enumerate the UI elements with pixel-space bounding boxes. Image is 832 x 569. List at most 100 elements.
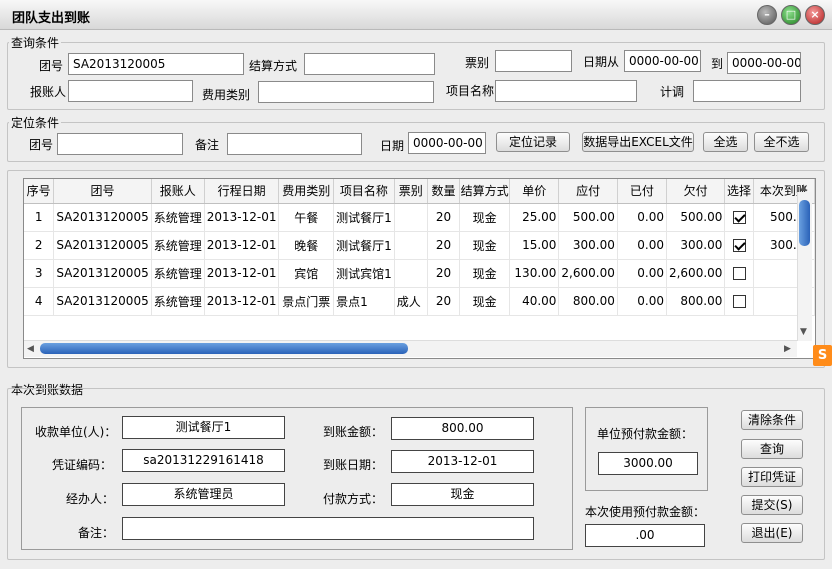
cell-fee: 景点门票: [278, 287, 335, 316]
cell-fee: 午餐: [278, 203, 335, 232]
locate-group-label: 定位条件: [9, 114, 62, 131]
date-from-input[interactable]: 0000-00-00: [624, 50, 701, 72]
settle-label: 结算方式: [249, 59, 298, 73]
column-header[interactable]: 团号: [53, 179, 152, 204]
locate-date-label: 日期: [380, 139, 405, 153]
cell-project: 景点1: [333, 287, 395, 316]
sohu-input-icon[interactable]: S: [813, 345, 832, 366]
cell-reporter: 系统管理: [151, 259, 205, 288]
column-header[interactable]: 选择: [724, 179, 754, 204]
cell-settle: 现金: [459, 203, 510, 232]
column-header[interactable]: 费用类别: [278, 179, 335, 204]
adjust-input[interactable]: [693, 80, 801, 102]
locate-date-input[interactable]: 0000-00-00: [408, 132, 486, 154]
clear-conditions-button[interactable]: 清除条件: [741, 410, 803, 430]
locate-remark-input[interactable]: [227, 133, 362, 155]
scroll-up-icon[interactable]: ▲: [800, 183, 807, 193]
select-checkbox[interactable]: [732, 239, 746, 252]
grid-horizontal-scroll-thumb[interactable]: [40, 343, 408, 354]
amount-label: 到账金额：: [323, 425, 384, 439]
voucher-field[interactable]: sa20131229161418: [122, 449, 285, 472]
column-header[interactable]: 数量: [427, 179, 461, 204]
cell-team: SA2013120005: [53, 287, 152, 316]
cell-fee: 晚餐: [278, 231, 335, 260]
column-header[interactable]: 已付: [617, 179, 667, 204]
amount-field[interactable]: 800.00: [391, 417, 534, 440]
arrival-date-label: 到账日期：: [323, 458, 384, 472]
select-all-button[interactable]: 全选: [703, 132, 748, 152]
cell-paid: 0.00: [617, 259, 667, 288]
fee-type-input[interactable]: [258, 81, 434, 103]
query-group-label: 查询条件: [9, 34, 62, 51]
submit-button[interactable]: 提交(S): [741, 495, 803, 515]
cell-date: 2013-12-01: [204, 259, 280, 288]
locate-team-input[interactable]: [57, 133, 183, 155]
column-header[interactable]: 项目名称: [333, 179, 395, 204]
date-to-input[interactable]: 0000-00-00: [727, 52, 801, 74]
cell-project: 测试餐厅1: [333, 231, 395, 260]
remark-field[interactable]: [122, 517, 534, 540]
select-checkbox[interactable]: [732, 211, 746, 224]
select-checkbox[interactable]: [732, 267, 746, 280]
pay-method-field[interactable]: 现金: [391, 483, 534, 506]
use-prepaid-field[interactable]: .00: [585, 524, 705, 547]
cell-no: 3: [24, 259, 55, 288]
cell-date: 2013-12-01: [204, 231, 280, 260]
cell-date: 2013-12-01: [204, 287, 280, 316]
project-input[interactable]: [495, 80, 637, 102]
select-none-button[interactable]: 全不选: [754, 132, 809, 152]
ticket-input[interactable]: [495, 50, 572, 72]
locate-record-button[interactable]: 定位记录: [496, 132, 570, 152]
column-header[interactable]: 报账人: [151, 179, 205, 204]
date-to-label: 到: [711, 57, 724, 71]
minimize-button[interactable]: –: [757, 5, 777, 25]
voucher-label: 凭证编码：: [52, 458, 113, 472]
project-label: 项目名称: [446, 84, 495, 98]
cell-ticket: [394, 231, 428, 260]
table-row[interactable]: 4 SA2013120005 系统管理 2013-12-01 景点门票 景点1 成人 20 现金…: [24, 287, 815, 316]
team-no-input[interactable]: SA2013120005: [68, 53, 244, 75]
table-row[interactable]: 2 SA2013120005 系统管理 2013-12-01 晚餐 测试餐厅1 20 现金 15…: [24, 231, 815, 260]
cell-fee: 宾馆: [278, 259, 335, 288]
team-no-label: 团号: [39, 59, 64, 73]
payee-field[interactable]: 测试餐厅1: [122, 416, 285, 439]
use-prepaid-label: 本次使用预付款金额：: [585, 505, 706, 519]
cell-ticket: [394, 203, 428, 232]
table-row[interactable]: 3 SA2013120005 系统管理 2013-12-01 宾馆 测试宾馆1 20 现金 13…: [24, 259, 815, 288]
column-header[interactable]: 应付: [558, 179, 618, 204]
column-header[interactable]: 单价: [509, 179, 560, 204]
query-button[interactable]: 查询: [741, 439, 803, 459]
close-button[interactable]: ×: [805, 5, 825, 25]
table-row[interactable]: 1 SA2013120005 系统管理 2013-12-01 午餐 测试餐厅1 20 现金 25…: [24, 203, 815, 232]
expense-table: 序号 团号 报账人 行程日期 费用类别 项目名称 票别 数量 结算方式 单价 应付 已付 欠付 选择 本次到…: [24, 179, 815, 316]
reporter-input[interactable]: [68, 80, 193, 102]
cell-reporter: 系统管理: [151, 287, 205, 316]
exit-button[interactable]: 退出(E): [741, 523, 803, 543]
cell-payable: 500.00: [558, 203, 618, 232]
maximize-button[interactable]: □: [781, 5, 801, 25]
cell-no: 4: [24, 287, 55, 316]
grid-vertical-scroll-thumb[interactable]: [799, 200, 810, 246]
remark-label: 备注：: [78, 526, 115, 540]
cell-price: 130.00: [509, 259, 560, 288]
scroll-right-icon[interactable]: ▶: [784, 344, 791, 354]
scroll-down-icon[interactable]: ▼: [800, 327, 807, 337]
export-excel-button[interactable]: 数据导出EXCEL文件: [582, 132, 694, 152]
title-bar: [0, 0, 832, 30]
arrival-date-field[interactable]: 2013-12-01: [391, 450, 534, 473]
select-checkbox[interactable]: [732, 295, 746, 308]
settle-input[interactable]: [304, 53, 435, 75]
cell-settle: 现金: [459, 259, 510, 288]
cell-settle: 现金: [459, 231, 510, 260]
scroll-left-icon[interactable]: ◀: [27, 344, 34, 354]
cell-date: 2013-12-01: [204, 203, 280, 232]
cell-owed: 300.00: [666, 231, 726, 260]
column-header[interactable]: 票别: [394, 179, 428, 204]
handler-field[interactable]: 系统管理员: [122, 483, 285, 506]
column-header[interactable]: 行程日期: [204, 179, 280, 204]
prepaid-field[interactable]: 3000.00: [598, 452, 698, 475]
print-voucher-button[interactable]: 打印凭证: [741, 467, 803, 487]
column-header[interactable]: 序号: [24, 179, 55, 204]
column-header[interactable]: 欠付: [666, 179, 726, 204]
column-header[interactable]: 结算方式: [459, 179, 510, 204]
